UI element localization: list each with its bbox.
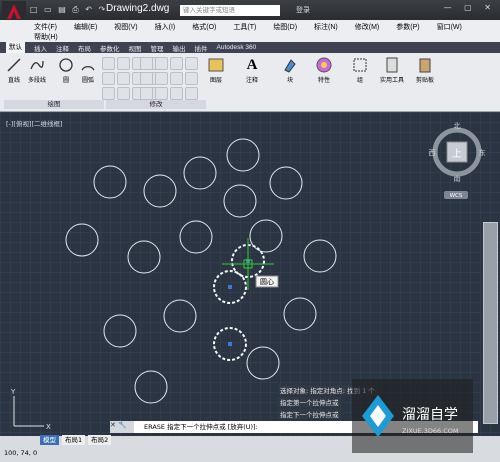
drawing-circle[interactable] (303, 239, 337, 273)
drawing-circle[interactable] (134, 370, 168, 404)
tab-layout2[interactable]: 布局2 (88, 435, 112, 445)
watermark-logo-icon: 溜溜自学 ZIXUE.3D66.COM (362, 395, 459, 437)
vertical-scrollbar[interactable] (483, 222, 498, 424)
svg-text:X: X (46, 423, 51, 431)
drawing-circle[interactable] (283, 297, 317, 331)
compass-west-label: 西 (429, 149, 436, 157)
command-history-line: 指定下一个拉伸点或 (278, 409, 341, 419)
drawing-circle[interactable] (93, 165, 127, 199)
drawing-circle[interactable] (65, 223, 99, 257)
tooltip-text: 圆心 (260, 278, 274, 286)
tab-layout1[interactable]: 布局1 (62, 435, 86, 445)
watermark-url: ZIXUE.3D66.COM (402, 427, 459, 435)
command-line-buttons[interactable]: ✕ 🔧 (110, 421, 134, 433)
compass-south-label: 南 (454, 174, 461, 183)
drawing-circle[interactable] (103, 314, 137, 348)
tab-model[interactable]: 模型 (40, 435, 59, 445)
wcs-label[interactable]: WCS (450, 193, 463, 199)
compass-east-label: 东 (479, 148, 486, 157)
drawing-circle[interactable] (183, 156, 217, 190)
grip-handle[interactable] (228, 285, 232, 289)
drawing-circle[interactable] (163, 299, 197, 333)
coordinate-readout: 100, 74, 0 (4, 449, 38, 457)
drawing-circle[interactable] (223, 184, 257, 218)
svg-text:Y: Y (10, 388, 16, 396)
drawing-circle[interactable] (127, 240, 161, 274)
watermark: 溜溜自学 ZIXUE.3D66.COM (352, 379, 473, 453)
drawing-circle[interactable] (269, 166, 303, 200)
drawing-circle[interactable] (246, 346, 280, 380)
osnap-tooltip: 圆心 (255, 275, 279, 288)
grip-handle[interactable] (228, 342, 232, 346)
drawing-circle[interactable] (143, 174, 177, 208)
drawing-circle[interactable] (179, 220, 213, 254)
command-history-line: 指定第一个拉伸点或 (278, 397, 341, 407)
viewcube[interactable]: 上 北 南 东 西 WCS (429, 122, 486, 199)
drawing-circle[interactable] (226, 138, 260, 172)
layout-tabs: 模型 布局1 布局2 (40, 435, 112, 445)
compass-north-label: 北 (454, 122, 461, 130)
watermark-name: 溜溜自学 (402, 407, 458, 423)
ucs-icon: Y X (10, 388, 51, 431)
viewcube-top-label: 上 (452, 148, 462, 160)
